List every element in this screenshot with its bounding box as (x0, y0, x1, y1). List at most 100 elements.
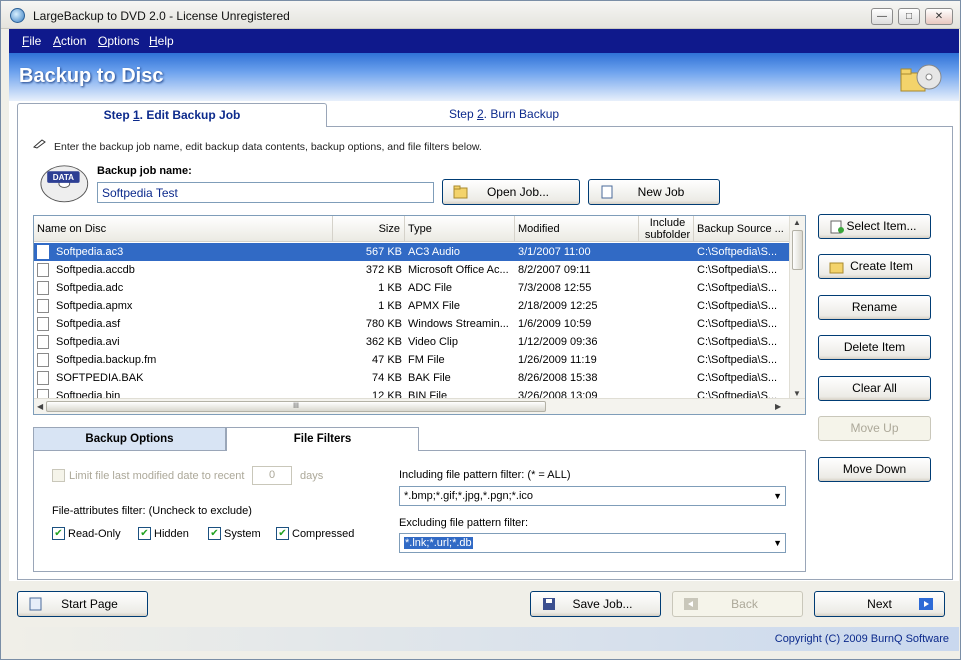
exclude-filter-value: *.lnk;*.url;*.db (404, 537, 473, 549)
scroll-down-icon[interactable]: ▼ (793, 389, 801, 398)
limit-date-checkbox[interactable] (52, 469, 65, 482)
close-button[interactable]: ✕ (925, 8, 953, 25)
chevron-down-icon[interactable]: ▼ (773, 487, 782, 505)
save-job-button[interactable]: Save Job... (530, 591, 661, 617)
cell-size: 47 KB (372, 354, 402, 366)
scroll-right-icon[interactable]: ▶ (775, 402, 781, 411)
backup-file-list[interactable]: Name on Disc Size Type Modified Include … (33, 215, 806, 415)
delete-item-button[interactable]: Delete Item (818, 335, 931, 360)
tab-step-1[interactable]: Step 1. Edit Backup Job (17, 103, 327, 127)
attributes-filter-label: File-attributes filter: (Uncheck to excl… (52, 505, 252, 517)
minimize-button[interactable]: — (871, 8, 893, 25)
cell-source: C:\Softpedia\S... (697, 300, 778, 312)
hidden-checkbox[interactable]: ✔ (138, 527, 151, 540)
cell-modified: 7/3/2008 12:55 (518, 282, 592, 294)
horizontal-scrollbar[interactable]: ◀ ‖‖ ▶ (34, 398, 805, 414)
create-item-button[interactable]: Create Item (818, 254, 931, 279)
back-button[interactable]: Back (672, 591, 803, 617)
horizontal-scroll-thumb[interactable]: ‖‖ (46, 401, 546, 412)
cell-name: Softpedia.apmx (56, 300, 133, 312)
file-filters-panel: Limit file last modified date to recent … (33, 450, 806, 572)
cell-name: Softpedia.avi (56, 336, 120, 348)
vertical-scroll-thumb[interactable] (792, 230, 803, 270)
maximize-button[interactable]: □ (898, 8, 920, 25)
column-modified[interactable]: Modified (515, 216, 639, 242)
table-row[interactable]: Softpedia.backup.fm 47 KB FM File 1/26/2009… (34, 351, 791, 369)
job-name-input[interactable]: Softpedia Test (97, 182, 434, 203)
open-job-button[interactable]: Open Job... (442, 179, 580, 205)
clear-all-button[interactable]: Clear All (818, 376, 931, 401)
vertical-scrollbar[interactable]: ▲ ▼ (789, 216, 805, 400)
include-filter-combo[interactable]: *.bmp;*.gif;*.jpg,*.pgn;*.ico ▼ (399, 486, 786, 506)
job-name-label: Backup job name: (97, 165, 192, 177)
tab-step-2[interactable]: Step 2. Burn Backup (339, 103, 669, 127)
table-row[interactable]: SOFTPEDIA.BAK 74 KB BAK File 8/26/2008 15:3… (34, 369, 791, 387)
cell-type: FM File (408, 354, 445, 366)
move-down-button[interactable]: Move Down (818, 457, 931, 482)
read-only-label: Read-Only (68, 528, 121, 540)
table-row[interactable]: Softpedia.accdb 372 KB Microsoft Office Ac… (34, 261, 791, 279)
compressed-checkbox[interactable]: ✔ (276, 527, 289, 540)
save-icon (543, 598, 555, 610)
cell-size: 1 KB (378, 282, 402, 294)
select-item-label: Select Item... (846, 219, 917, 233)
create-folder-icon (829, 262, 844, 274)
menu-file[interactable]: File (22, 34, 41, 48)
menu-help[interactable]: Help (149, 34, 174, 48)
table-row[interactable]: Softpedia.avi 362 KB Video Clip 1/12/2009 0… (34, 333, 791, 351)
menu-action[interactable]: Action (53, 34, 86, 48)
cell-source: C:\Softpedia\S... (697, 282, 778, 294)
file-icon (37, 299, 49, 313)
open-job-label: Open Job... (486, 185, 550, 199)
back-label: Back (731, 597, 758, 611)
read-only-checkbox[interactable]: ✔ (52, 527, 65, 540)
column-include-subfolder[interactable]: Include subfolder (639, 216, 694, 242)
arrow-right-icon (919, 598, 933, 610)
cell-source: C:\Softpedia\S... (697, 372, 778, 384)
file-icon (37, 371, 49, 385)
start-page-button[interactable]: Start Page (17, 591, 148, 617)
scroll-up-icon[interactable]: ▲ (793, 218, 801, 227)
limit-date-label: Limit file last modified date to recent (69, 470, 245, 482)
app-icon (10, 8, 25, 23)
tab-file-filters[interactable]: File Filters (226, 427, 419, 451)
cell-size: 362 KB (365, 336, 402, 348)
cell-type: ADC File (408, 282, 453, 294)
next-button[interactable]: Next (814, 591, 945, 617)
exclude-filter-combo[interactable]: *.lnk;*.url;*.db ▼ (399, 533, 786, 553)
title-bar: LargeBackup to DVD 2.0 - License Unregis… (1, 1, 960, 29)
exclude-filter-label: Excluding file pattern filter: (399, 517, 529, 529)
include-filter-value: *.bmp;*.gif;*.jpg,*.pgn;*.ico (404, 490, 534, 502)
move-up-button[interactable]: Move Up (818, 416, 931, 441)
table-row[interactable]: Softpedia.adc 1 KB ADC File 7/3/2008 12:55 C… (34, 279, 791, 297)
disc-folder-icon (900, 64, 942, 92)
chevron-down-icon[interactable]: ▼ (773, 534, 782, 552)
step-tabs-area: Step 1. Edit Backup Job Step 2. Burn Bac… (9, 101, 959, 581)
table-row[interactable]: Softpedia.asf 780 KB Windows Streamin... 1/… (34, 315, 791, 333)
new-job-label: New Job (637, 185, 685, 199)
tab-backup-options[interactable]: Backup Options (33, 427, 226, 451)
column-size[interactable]: Size (333, 216, 405, 242)
days-input[interactable]: 0 (252, 466, 292, 485)
column-backup-source[interactable]: Backup Source ... (694, 216, 791, 242)
new-job-button[interactable]: New Job (588, 179, 720, 205)
table-row[interactable]: Softpedia.apmx 1 KB APMX File 2/18/2009 12:… (34, 297, 791, 315)
select-item-button[interactable]: Select Item... (818, 214, 931, 239)
hint-text: Enter the backup job name, edit backup d… (54, 141, 482, 153)
rename-button[interactable]: Rename (818, 295, 931, 320)
hidden-label: Hidden (154, 528, 189, 540)
system-label: System (224, 528, 261, 540)
column-name[interactable]: Name on Disc (34, 216, 333, 242)
cell-modified: 1/26/2009 11:19 (518, 354, 597, 366)
cell-name: Softpedia.ac3 (56, 246, 124, 258)
cell-source: C:\Softpedia\S... (697, 354, 778, 366)
table-row[interactable]: Softpedia.ac3 567 KB AC3 Audio 3/1/2007 11:… (34, 243, 791, 261)
menu-options[interactable]: Options (98, 34, 139, 48)
scroll-left-icon[interactable]: ◀ (37, 402, 43, 411)
window-title: LargeBackup to DVD 2.0 - License Unregis… (33, 9, 290, 23)
cell-modified: 1/6/2009 10:59 (518, 318, 592, 330)
system-checkbox[interactable]: ✔ (208, 527, 221, 540)
column-type[interactable]: Type (405, 216, 515, 242)
days-label: days (300, 470, 324, 482)
page-banner: Backup to Disc (9, 53, 959, 101)
